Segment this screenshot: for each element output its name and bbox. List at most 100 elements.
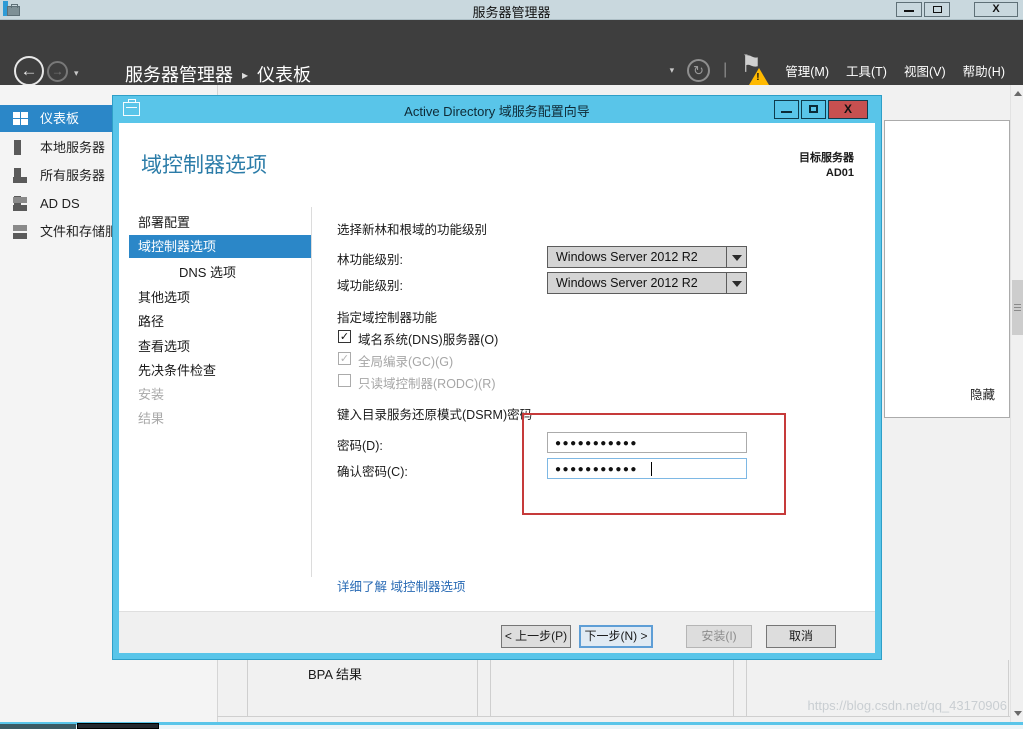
scrollbar-grip-icon — [1014, 304, 1021, 305]
dialog-maximize-button[interactable] — [801, 100, 826, 119]
dropdown-arrow-button[interactable] — [726, 273, 746, 293]
steps-divider — [311, 207, 312, 577]
red-annotation-box — [522, 413, 786, 515]
learn-more-link[interactable]: 详细了解 域控制器选项 — [337, 576, 465, 595]
dropdown-arrow-button[interactable] — [726, 247, 746, 267]
target-server-label: 目标服务器 — [799, 151, 854, 166]
dns-checkbox-label[interactable]: 域名系统(DNS)服务器(O) — [358, 329, 498, 348]
gc-checkbox-label: 全局编录(GC)(G) — [358, 351, 453, 370]
taskbar-fragment — [0, 724, 76, 729]
adds-wizard-dialog: Active Directory 域服务配置向导 X 域控制器选项 目标服务器 … — [112, 95, 882, 660]
next-step-button[interactable]: 下一步(N) > — [579, 625, 653, 648]
forest-level-value: Windows Server 2012 R2 — [556, 250, 698, 264]
forest-level-dropdown[interactable]: Windows Server 2012 R2 — [547, 246, 747, 268]
step-results: 结果 — [129, 407, 311, 430]
confirm-password-label: 确认密码(C): — [337, 461, 408, 480]
vertical-scrollbar[interactable] — [1010, 85, 1023, 722]
back-button[interactable]: ← — [14, 56, 44, 86]
file-storage-icon — [13, 224, 29, 239]
step-domain-controller-options[interactable]: 域控制器选项 — [129, 235, 311, 258]
step-paths[interactable]: 路径 — [129, 310, 311, 333]
sidebar-item-label: 所有服务器 — [40, 162, 105, 189]
tile-border — [490, 660, 491, 716]
step-review-options[interactable]: 查看选项 — [129, 335, 311, 358]
maximize-icon — [809, 105, 818, 113]
dialog-close-button[interactable]: X — [828, 100, 868, 119]
tile-border — [1008, 660, 1009, 716]
local-server-icon — [13, 140, 29, 155]
window-title: 服务器管理器 — [0, 2, 1023, 21]
main-titlebar: 服务器管理器 X — [0, 0, 1023, 20]
refresh-icon[interactable]: ↻ — [687, 59, 710, 82]
chevron-down-icon — [732, 281, 742, 287]
minimize-icon — [904, 10, 914, 12]
menu-help[interactable]: 帮助(H) — [963, 61, 1005, 80]
taskbar-fragment — [77, 723, 159, 729]
menu-view[interactable]: 视图(V) — [904, 61, 946, 80]
dialog-minimize-button[interactable] — [774, 100, 799, 119]
tile-border — [733, 660, 734, 716]
step-prerequisites-check[interactable]: 先决条件检查 — [129, 359, 311, 382]
functional-level-heading: 选择新林和根域的功能级别 — [337, 219, 487, 238]
breadcrumb: 服务器管理器 ▸ 仪表板 — [125, 61, 311, 87]
rodc-checkbox — [338, 374, 351, 387]
sidebar-item-label: 仪表板 — [40, 105, 79, 132]
step-installation: 安装 — [129, 383, 311, 406]
domain-level-value: Windows Server 2012 R2 — [556, 276, 698, 290]
warning-exclamation: ! — [756, 72, 759, 83]
scrollbar-thumb[interactable] — [1012, 280, 1023, 335]
navbar-right-cluster: ▾ ↻ | ⚑ ! 管理(M) 工具(T) 视图(V) 帮助(H) — [670, 50, 1005, 90]
scroll-down-icon[interactable] — [1014, 711, 1022, 716]
capability-heading: 指定域控制器功能 — [337, 307, 437, 326]
target-server-box: 目标服务器 AD01 — [799, 151, 854, 181]
gc-checkbox: ✓ — [338, 352, 351, 365]
minimize-icon — [781, 111, 792, 113]
nav-separator: | — [723, 61, 727, 79]
minimize-button[interactable] — [896, 2, 922, 17]
breadcrumb-current: 仪表板 — [257, 65, 311, 85]
welcome-tile: 隐藏 — [884, 120, 1010, 418]
dashboard-grid-icon — [13, 111, 29, 126]
ad-ds-icon — [13, 196, 29, 211]
dialog-titlebar[interactable]: Active Directory 域服务配置向导 X — [113, 96, 881, 123]
dialog-footer: < 上一步(P) 下一步(N) > 安装(I) 取消 — [119, 611, 875, 653]
cancel-button[interactable]: 取消 — [766, 625, 836, 648]
password-label: 密码(D): — [337, 435, 383, 454]
breadcrumb-root[interactable]: 服务器管理器 — [125, 65, 233, 85]
sidebar-item-label: 本地服务器 — [40, 134, 105, 161]
tile-border — [247, 660, 248, 716]
domain-level-label: 域功能级别: — [337, 275, 403, 294]
forest-level-label: 林功能级别: — [337, 249, 403, 268]
menu-tools[interactable]: 工具(T) — [846, 61, 887, 80]
target-server-name: AD01 — [799, 166, 854, 181]
step-deployment-config[interactable]: 部署配置 — [129, 211, 311, 234]
all-servers-icon — [13, 168, 29, 183]
dns-checkbox[interactable]: ✓ — [338, 330, 351, 343]
bottom-edge-strip — [0, 722, 1023, 729]
restore-button[interactable] — [924, 2, 950, 17]
notifications-flag-button[interactable]: ⚑ ! — [740, 53, 768, 87]
restore-icon — [933, 6, 942, 13]
menu-manage[interactable]: 管理(M) — [785, 61, 829, 80]
tile-border — [477, 660, 478, 716]
scroll-up-icon[interactable] — [1014, 91, 1022, 96]
dsrm-heading: 键入目录服务还原模式(DSRM)密码 — [337, 404, 532, 423]
step-additional-options[interactable]: 其他选项 — [129, 286, 311, 309]
chevron-down-icon — [732, 255, 742, 261]
watermark: https://blog.csdn.net/qq_43170906 — [808, 698, 1008, 713]
sidebar-item-label: AD DS — [40, 190, 80, 217]
navbar: ← → ▾ 服务器管理器 ▸ 仪表板 ▾ ↻ | ⚑ ! 管理(M) 工具(T) 视… — [0, 20, 1023, 85]
rodc-checkbox-label: 只读域控制器(RODC)(R) — [358, 373, 495, 392]
close-button[interactable]: X — [974, 2, 1018, 17]
forward-button[interactable]: → — [47, 61, 68, 82]
bpa-results-label: BPA 结果 — [308, 664, 362, 683]
page-title: 域控制器选项 — [141, 149, 267, 179]
domain-level-dropdown[interactable]: Windows Server 2012 R2 — [547, 272, 747, 294]
back-step-button[interactable]: < 上一步(P) — [501, 625, 571, 648]
step-dns-options[interactable]: DNS 选项 — [129, 261, 311, 284]
nav-history-caret-icon[interactable]: ▾ — [74, 68, 79, 79]
hide-button[interactable]: 隐藏 — [970, 384, 995, 403]
nav-dropdown-caret-icon[interactable]: ▾ — [670, 65, 675, 76]
dialog-title: Active Directory 域服务配置向导 — [113, 101, 881, 120]
breadcrumb-separator-icon: ▸ — [242, 68, 248, 82]
